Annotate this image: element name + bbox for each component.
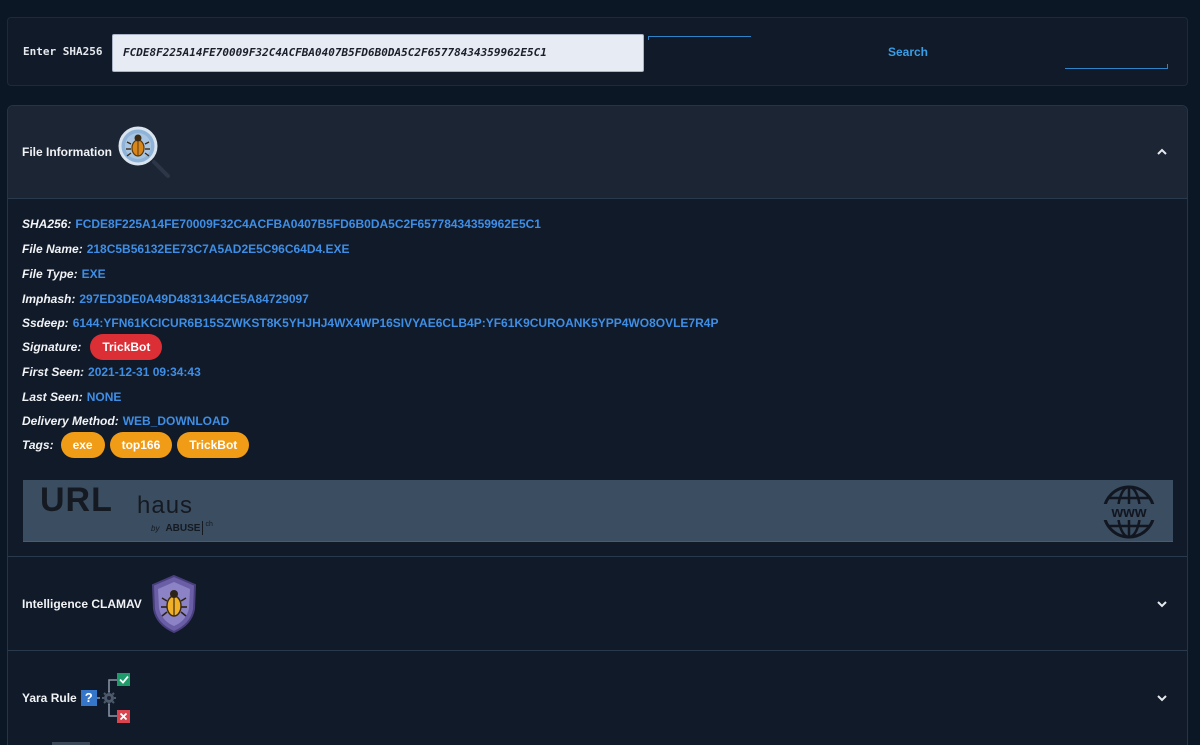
urlhaus-ch: ch [202,521,213,535]
tag-badge[interactable]: TrickBot [177,432,250,458]
results-accordion: File Information SHA256: FCDE8F225A14FE7… [7,105,1188,745]
decorative-corner-top [648,36,751,40]
field-delivery-method-value: WEB_DOWNLOAD [122,414,230,428]
urlhaus-abuse: ABUSE [165,522,201,534]
field-first-seen-label: First Seen: [22,365,85,379]
field-sha256: SHA256: FCDE8F225A14FE70009F32C4ACFBA040… [22,217,541,231]
chevron-up-icon[interactable] [1155,145,1169,159]
field-imphash: Imphash: 297ED3DE0A49D4831344CE5A8472909… [22,292,309,306]
globe-www-icon: www [1102,485,1156,539]
field-ssdeep: Ssdeep: 6144:YFN61KCICUR6B15SZWKST8K5YHJ… [22,316,718,330]
field-tags-label: Tags: [22,438,54,452]
field-last-seen: Last Seen: NONE [22,390,121,404]
field-delivery-method: Delivery Method: WEB_DOWNLOAD [22,414,229,428]
field-ssdeep-label: Ssdeep: [22,316,69,330]
field-imphash-label: Imphash: [22,292,76,306]
urlhaus-logo-url: URL [40,481,113,519]
urlhaus-by: by [151,523,160,533]
field-signature-label: Signature: [22,340,82,354]
search-button[interactable]: Search [878,45,938,59]
field-signature: Signature: TrickBot [22,334,163,360]
question-icon: ? [80,690,97,706]
clamav-header[interactable]: Intelligence CLAMAV [8,556,1187,650]
sha256-search-input[interactable]: FCDE8F225A14FE70009F32C4ACFBA0407B5FD6B0… [112,34,644,72]
bug-magnifier-icon [118,126,170,178]
field-tags: Tags: exe top166 TrickBot [22,432,250,458]
decorative-corner-bottom [1065,64,1168,69]
clamav-title: Intelligence CLAMAV [22,596,142,611]
field-file-type-label: File Type: [22,267,78,281]
tag-badge[interactable]: top166 [109,432,173,458]
urlhaus-logo-haus: haus [137,492,194,519]
chevron-down-icon[interactable] [1155,597,1169,611]
chevron-down-icon[interactable] [1155,691,1169,705]
yara-rule-header[interactable]: Yara Rule ? [8,650,1187,745]
field-last-seen-label: Last Seen: [22,390,83,404]
file-information-header[interactable]: File Information [8,106,1187,199]
field-sha256-label: SHA256: [22,217,72,231]
field-file-name: File Name: 218C5B56132EE73C7A5AD2E5C96C6… [22,242,350,256]
field-delivery-method-label: Delivery Method: [22,414,119,428]
field-file-type-value: EXE [81,267,106,281]
gear-flow-check-cross-icon [96,673,130,723]
urlhaus-logo-byline: by ABUSE ch [151,521,213,535]
field-file-name-value: 218C5B56132EE73C7A5AD2E5C96C64D4.EXE [86,242,350,256]
field-file-type: File Type: EXE [22,267,106,281]
tag-badge[interactable]: exe [60,432,105,458]
file-information-title: File Information [22,145,112,159]
field-ssdeep-value: 6144:YFN61KCICUR6B15SZWKST8K5YHJHJ4WX4WP… [72,316,719,330]
search-bar: Enter SHA256 FCDE8F225A14FE70009F32C4ACF… [7,17,1188,86]
globe-www-text: www [1110,504,1146,521]
search-label: Enter SHA256 [23,45,103,58]
field-sha256-value: FCDE8F225A14FE70009F32C4ACFBA0407B5FD6B0… [75,217,541,231]
field-file-name-label: File Name: [22,242,83,256]
field-imphash-value: 297ED3DE0A49D4831344CE5A84729097 [79,292,309,306]
field-first-seen-value: 2021-12-31 09:34:43 [88,365,201,379]
signature-badge: TrickBot [90,334,163,360]
shield-bug-icon [151,574,196,633]
field-first-seen: First Seen: 2021-12-31 09:34:43 [22,365,201,379]
field-last-seen-value: NONE [86,390,122,404]
yara-rule-title: Yara Rule [22,691,77,705]
urlhaus-banner[interactable]: URL haus by ABUSE ch www [23,480,1173,542]
